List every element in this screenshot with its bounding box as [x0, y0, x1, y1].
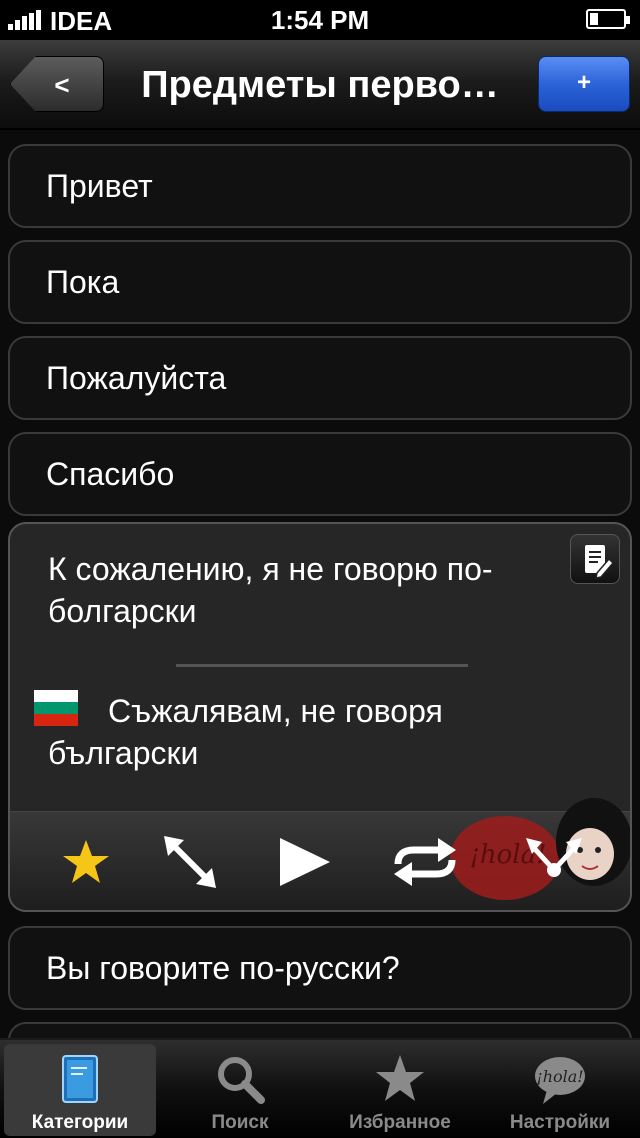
tab-label: Избранное [349, 1112, 451, 1133]
star-icon [63, 840, 109, 883]
fullscreen-button[interactable] [158, 830, 222, 894]
status-time: 1:54 PM [270, 5, 370, 35]
page-title: Предметы перво… [141, 64, 499, 106]
star-icon [376, 1055, 424, 1101]
expanded-phrase-card[interactable]: К сожалению, я не говорю по-болгарски Съ… [8, 522, 632, 912]
tab-search[interactable]: Поиск [164, 1044, 316, 1136]
favorite-button[interactable] [54, 830, 118, 894]
tab-label: Поиск [211, 1112, 269, 1133]
tab-label: Настройки [509, 1112, 611, 1133]
list-item[interactable]: Привет [8, 144, 632, 228]
tab-categories[interactable]: Категории [4, 1044, 156, 1136]
hola-bubble-text: ¡hola! [536, 1067, 583, 1086]
share-icon [526, 838, 582, 877]
translation-text: Съжалявам, не говоря български [48, 693, 443, 771]
list-item[interactable]: Пока [8, 240, 632, 324]
book-icon [62, 1055, 98, 1103]
status-bar: IDEA 1:54 PM [0, 0, 640, 40]
repeat-button[interactable] [390, 830, 456, 894]
expand-icon [164, 836, 216, 888]
back-button[interactable]: < [10, 56, 104, 112]
tab-bar: Категории Поиск Избранное ¡hola! Настрой… [0, 1038, 640, 1138]
phrase-text: К сожалению, я не говорю по-болгарски [48, 551, 493, 629]
phrase-toolbar: ¡hola! [10, 798, 630, 910]
play-icon [280, 838, 330, 886]
navigation-bar: < Предметы перво… + [0, 40, 640, 130]
share-button[interactable] [522, 830, 586, 894]
add-button[interactable]: + [538, 56, 630, 112]
tab-favorites[interactable]: Избранное [324, 1044, 476, 1136]
hola-bubble-icon: ¡hola! [535, 1057, 585, 1104]
battery-icon [586, 9, 630, 29]
notes-icon [585, 545, 615, 579]
search-icon [218, 1057, 265, 1104]
repeat-icon [394, 838, 456, 886]
list-item[interactable]: Спасибо [8, 432, 632, 516]
divider [176, 664, 468, 667]
notes-button[interactable] [570, 534, 620, 584]
list-item[interactable]: Вы говорите по-русски? [8, 926, 632, 1010]
play-button[interactable] [272, 830, 336, 894]
tab-settings[interactable]: ¡hola! Настройки [484, 1044, 636, 1136]
tab-label: Категории [31, 1112, 129, 1133]
list-item[interactable]: Пожалуйста [8, 336, 632, 420]
